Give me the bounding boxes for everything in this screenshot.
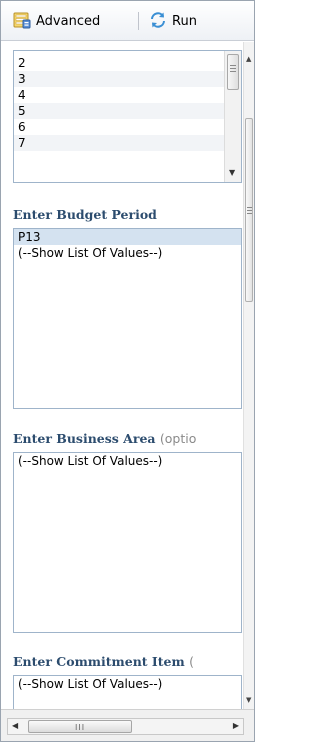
list-item[interactable]: 2	[14, 55, 224, 71]
run-button[interactable]: Run	[149, 11, 197, 31]
commitment-item-title-text: Enter Commitment Item	[13, 654, 185, 669]
list-item[interactable]: 7	[14, 135, 224, 151]
list-item[interactable]: (--Show List Of Values--)	[14, 676, 241, 692]
list-item[interactable]: P13	[14, 229, 241, 245]
value-list: 2 3 4 5 6 7	[14, 55, 224, 151]
commitment-item-listbox[interactable]: (--Show List Of Values--)	[13, 675, 242, 710]
list-item[interactable]: 5	[14, 103, 224, 119]
horizontal-scrollbar-area: ◀ III ▶	[1, 709, 254, 741]
optional-hint: (optio	[159, 431, 197, 446]
toolbar: Advanced Run	[1, 1, 254, 41]
business-area-title-text: Enter Business Area	[13, 431, 156, 446]
page-vertical-scrollbar[interactable]: ▲ ▼	[243, 42, 254, 710]
scroll-grip-icon: III	[75, 723, 86, 732]
list-item[interactable]: 4	[14, 87, 224, 103]
prompt-content: 2 3 4 5 6 7 ▼ Enter Budget Period P13 (-…	[1, 42, 244, 710]
value-listbox[interactable]: 2 3 4 5 6 7 ▼	[13, 50, 242, 183]
list-item[interactable]: 3	[14, 71, 224, 87]
budget-period-listbox[interactable]: P13 (--Show List Of Values--)	[13, 228, 242, 409]
commitment-item-title: Enter Commitment Item (	[13, 654, 194, 669]
listbox-scroll-thumb[interactable]	[227, 54, 239, 90]
page-scroll-thumb[interactable]	[245, 118, 253, 302]
budget-period-title-text: Enter Budget Period	[13, 207, 157, 222]
listbox-scrollbar[interactable]: ▼	[224, 51, 241, 182]
advanced-button-label: Advanced	[36, 13, 101, 29]
run-refresh-icon	[149, 11, 167, 32]
advanced-options-icon	[13, 11, 31, 32]
horizontal-scroll-thumb[interactable]: III	[28, 720, 132, 733]
business-area-listbox[interactable]: (--Show List Of Values--)	[13, 452, 242, 633]
toolbar-separator	[138, 12, 139, 30]
scroll-down-arrow-icon[interactable]: ▼	[229, 169, 235, 177]
list-item[interactable]: (--Show List Of Values--)	[14, 453, 241, 469]
run-button-label: Run	[172, 13, 197, 29]
list-item[interactable]: (--Show List Of Values--)	[14, 245, 241, 261]
scroll-down-arrow-icon[interactable]: ▼	[246, 697, 251, 704]
optional-hint: (	[189, 654, 194, 669]
horizontal-scrollbar[interactable]: ◀ III ▶	[7, 718, 244, 735]
business-area-title: Enter Business Area (optio	[13, 431, 196, 446]
list-item[interactable]: 6	[14, 119, 224, 135]
advanced-button[interactable]: Advanced	[13, 11, 100, 31]
scroll-right-arrow-icon[interactable]: ▶	[233, 722, 239, 730]
scroll-up-arrow-icon[interactable]: ▲	[246, 56, 251, 63]
prompt-panel: Advanced Run 2 3 4 5 6 7 ▼ Enter Budget …	[0, 0, 255, 742]
budget-period-title: Enter Budget Period	[13, 207, 157, 222]
scroll-left-arrow-icon[interactable]: ◀	[12, 722, 18, 730]
